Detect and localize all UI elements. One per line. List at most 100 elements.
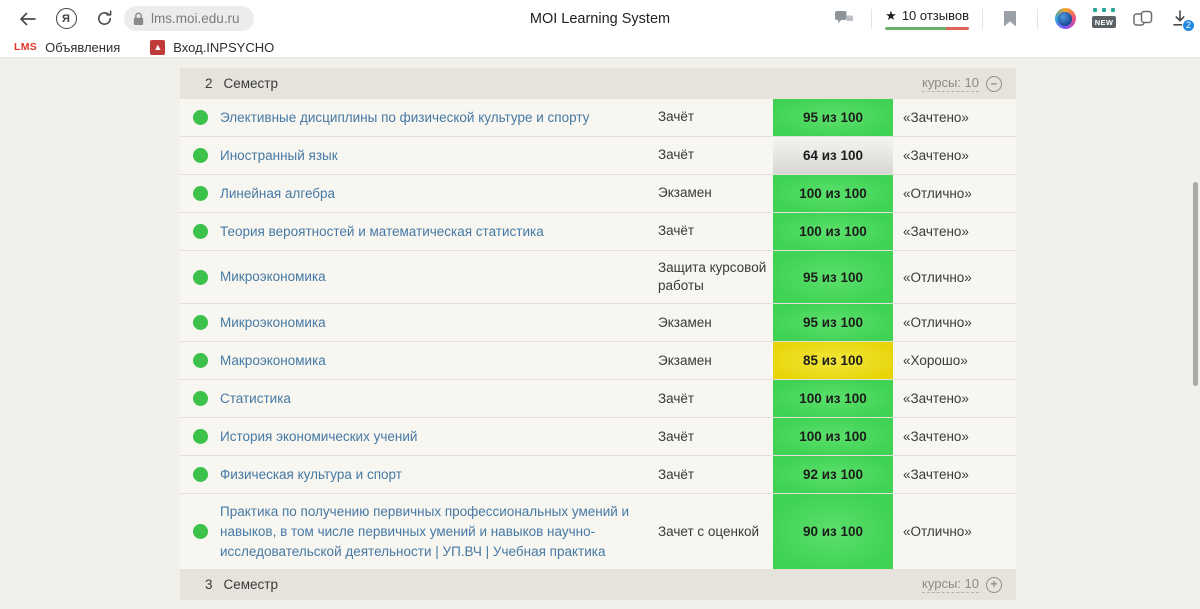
inpsycho-favicon: ▲ xyxy=(150,40,165,55)
course-link[interactable]: Микроэкономика xyxy=(220,267,326,287)
course-type: Защита курсовой работы xyxy=(658,251,773,303)
status-dot-icon xyxy=(193,315,208,330)
extension-ball-icon xyxy=(1055,8,1076,29)
toolbar-divider xyxy=(871,9,872,29)
course-name-cell: Элективные дисциплины по физической куль… xyxy=(220,99,658,136)
course-name-cell: Теория вероятностей и математическая ста… xyxy=(220,213,658,250)
extension-ball-core xyxy=(1058,12,1072,26)
course-link[interactable]: Линейная алгебра xyxy=(220,184,335,204)
status-cell xyxy=(180,99,220,136)
url-text: lms.moi.edu.ru xyxy=(151,11,240,26)
extension-new-button[interactable]: NEW xyxy=(1092,9,1116,28)
course-score-badge: 64 из 100 xyxy=(773,137,893,174)
yandex-home-button[interactable]: Я xyxy=(52,5,80,33)
bookmark-item-inpsycho[interactable]: ▲ Вход.INPSYCHO xyxy=(150,40,274,55)
downloads-button[interactable]: 2 xyxy=(1170,9,1190,29)
course-grade: «Отлично» xyxy=(893,304,1016,341)
course-grade: «Зачтено» xyxy=(893,380,1016,417)
course-link[interactable]: История экономических учений xyxy=(220,427,417,447)
course-grade: «Зачтено» xyxy=(893,213,1016,250)
new-badge: NEW xyxy=(1092,16,1116,28)
course-type: Зачёт xyxy=(658,213,773,250)
toolbar-right-icons: ★ 10 отзывов NEW xyxy=(830,5,1190,33)
course-link[interactable]: Статистика xyxy=(220,389,291,409)
semester-expand-control[interactable]: курсы: 10 + xyxy=(922,576,1002,593)
table-row: Физическая культура и спорт Зачёт 92 из … xyxy=(180,456,1016,494)
toolbar-divider xyxy=(982,9,983,29)
table-row: Теория вероятностей и математическая ста… xyxy=(180,213,1016,251)
extension-new-lights xyxy=(1093,8,1115,12)
bookmark-button[interactable] xyxy=(996,5,1024,33)
expand-plus-icon[interactable]: + xyxy=(986,577,1002,593)
courses-count-link[interactable]: курсы: 10 xyxy=(922,576,979,593)
course-name-cell: Физическая культура и спорт xyxy=(220,456,658,493)
course-score-badge: 92 из 100 xyxy=(773,456,893,493)
toolbar-divider xyxy=(1037,9,1038,29)
course-grade: «Хорошо» xyxy=(893,342,1016,379)
status-dot-icon xyxy=(193,270,208,285)
course-link[interactable]: Физическая культура и спорт xyxy=(220,465,402,485)
course-type: Зачёт xyxy=(658,99,773,136)
status-dot-icon xyxy=(193,524,208,539)
browser-toolbar: Я lms.moi.edu.ru MOI Learning System ★ 1 xyxy=(0,0,1200,37)
back-arrow-icon xyxy=(19,12,37,26)
status-dot-icon xyxy=(193,429,208,444)
lms-page: 2 Семестр курсы: 10 – Элективные дисципл… xyxy=(0,58,1200,609)
course-type: Зачёт xyxy=(658,418,773,455)
status-dot-icon xyxy=(193,110,208,125)
course-link[interactable]: Теория вероятностей и математическая ста… xyxy=(220,222,544,242)
course-link[interactable]: Элективные дисциплины по физической куль… xyxy=(220,108,589,128)
course-score-badge: 95 из 100 xyxy=(773,251,893,303)
reviews-count-label: 10 отзывов xyxy=(902,8,969,23)
status-cell xyxy=(180,456,220,493)
site-reviews-button[interactable]: ★ 10 отзывов xyxy=(885,8,969,30)
semester-title: Семестр xyxy=(224,577,279,592)
courses-count-link[interactable]: курсы: 10 xyxy=(922,75,979,92)
course-name-cell: Иностранный язык xyxy=(220,137,658,174)
semester-collapse-control[interactable]: курсы: 10 – xyxy=(922,75,1002,92)
course-type: Зачёт xyxy=(658,380,773,417)
table-row: История экономических учений Зачёт 100 и… xyxy=(180,418,1016,456)
back-button[interactable] xyxy=(14,5,42,33)
course-type: Зачет с оценкой xyxy=(658,494,773,569)
course-name-cell: Линейная алгебра xyxy=(220,175,658,212)
course-type: Зачёт xyxy=(658,137,773,174)
semester-number: 3 xyxy=(205,577,213,592)
course-link[interactable]: Иностранный язык xyxy=(220,146,338,166)
bookmark-label: Вход.INPSYCHO xyxy=(173,40,274,55)
course-type: Зачёт xyxy=(658,456,773,493)
vertical-scrollbar-thumb[interactable] xyxy=(1193,182,1198,386)
status-cell xyxy=(180,494,220,569)
status-dot-icon xyxy=(193,224,208,239)
bookmark-flag-icon xyxy=(1004,11,1016,27)
bookmarks-bar: LMS Объявления ▲ Вход.INPSYCHO xyxy=(0,37,1200,58)
collections-icon xyxy=(1133,10,1153,27)
status-cell xyxy=(180,213,220,250)
rating-bar-positive xyxy=(885,27,945,30)
extension-ball-button[interactable] xyxy=(1051,5,1079,33)
protect-button[interactable] xyxy=(830,5,858,33)
refresh-button[interactable] xyxy=(90,5,118,33)
status-cell xyxy=(180,304,220,341)
address-bar[interactable]: lms.moi.edu.ru xyxy=(124,6,254,31)
course-grade: «Отлично» xyxy=(893,251,1016,303)
status-cell xyxy=(180,380,220,417)
course-name-cell: Практика по получению первичных професси… xyxy=(220,494,658,569)
course-score-badge: 100 из 100 xyxy=(773,380,893,417)
course-link[interactable]: Практика по получению первичных професси… xyxy=(220,502,644,561)
course-name-cell: Макроэкономика xyxy=(220,342,658,379)
collapse-minus-icon[interactable]: – xyxy=(986,76,1002,92)
table-row: Микроэкономика Защита курсовой работы 95… xyxy=(180,251,1016,304)
course-name-cell: Микроэкономика xyxy=(220,304,658,341)
status-dot-icon xyxy=(193,148,208,163)
course-name-cell: История экономических учений xyxy=(220,418,658,455)
bookmark-item-announcements[interactable]: LMS Объявления xyxy=(14,40,120,55)
status-dot-icon xyxy=(193,186,208,201)
collections-button[interactable] xyxy=(1129,5,1157,33)
table-row: Иностранный язык Зачёт 64 из 100 «Зачтен… xyxy=(180,137,1016,175)
course-type: Экзамен xyxy=(658,175,773,212)
table-row: Статистика Зачёт 100 из 100 «Зачтено» xyxy=(180,380,1016,418)
course-link[interactable]: Макроэкономика xyxy=(220,351,326,371)
table-row: Элективные дисциплины по физической куль… xyxy=(180,99,1016,137)
course-link[interactable]: Микроэкономика xyxy=(220,313,326,333)
